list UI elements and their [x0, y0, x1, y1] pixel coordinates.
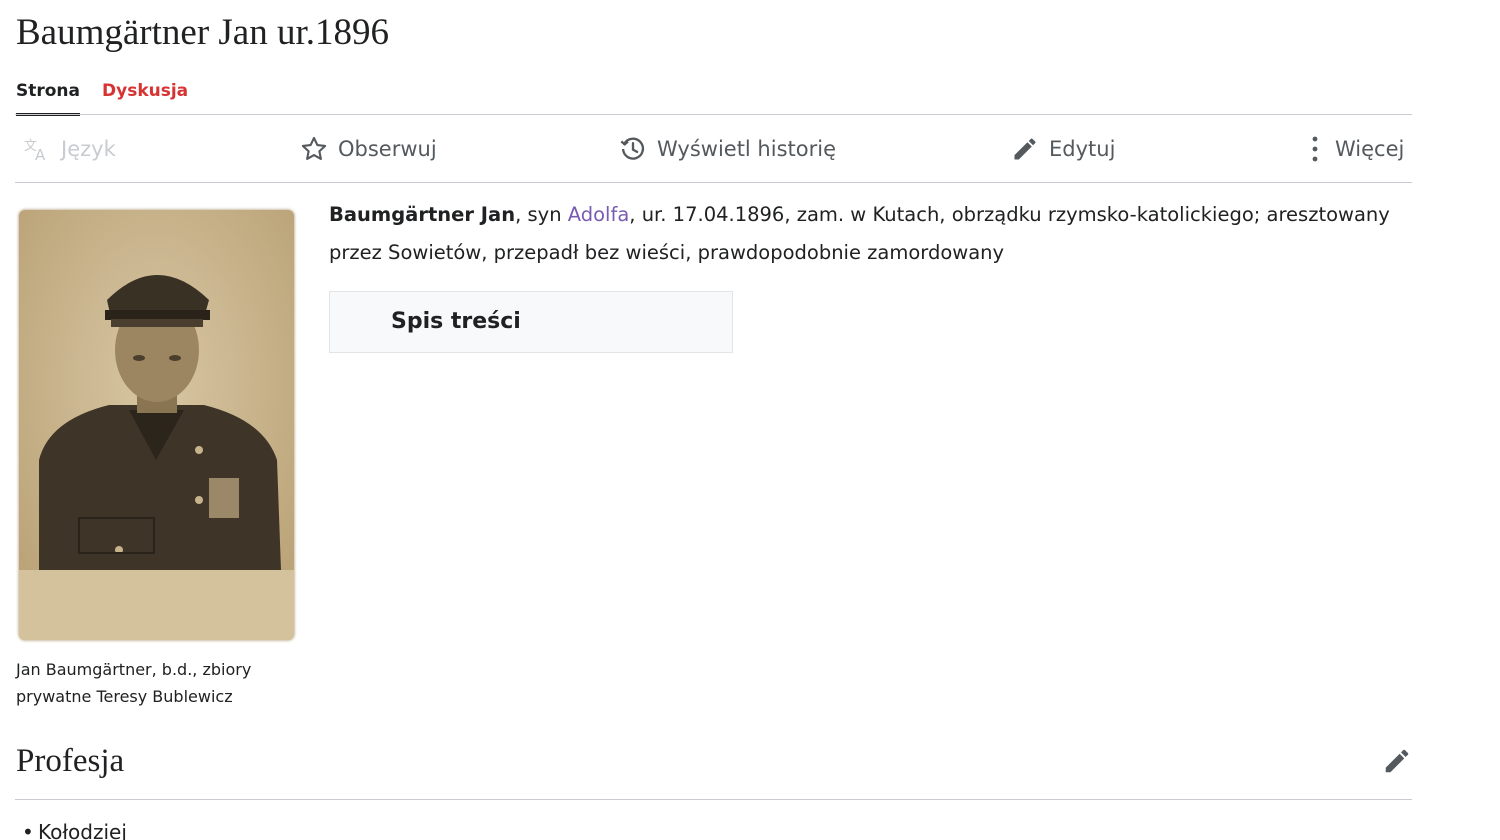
- namespace-tabs: Strona Dyskusja: [16, 78, 188, 116]
- section-heading-profesja: Profesja: [16, 743, 125, 779]
- section-divider: [15, 799, 1412, 800]
- list-item: Kołodziej: [22, 814, 127, 840]
- page-title: Baumgärtner Jan ur.1896: [16, 12, 389, 53]
- father-link[interactable]: Adolfa: [568, 203, 630, 226]
- watch-button[interactable]: Obserwuj: [300, 115, 437, 182]
- page-actions-toolbar: 文 A Język Obserwuj Wyświetl historię Edy…: [15, 115, 1412, 182]
- toolbar-divider: [15, 182, 1412, 183]
- profession-list: Kołodziej: [22, 814, 127, 840]
- language-button[interactable]: 文 A Język: [23, 115, 116, 182]
- photo-frame: [19, 210, 294, 640]
- table-of-contents[interactable]: Spis treści: [329, 291, 733, 353]
- toc-title: Spis treści: [391, 309, 521, 334]
- more-label: Więcej: [1335, 136, 1405, 161]
- svg-text:A: A: [35, 146, 46, 162]
- translate-icon: 文 A: [23, 136, 51, 162]
- section-edit-button[interactable]: [1382, 746, 1412, 776]
- pencil-icon: [1011, 135, 1039, 163]
- image-caption: Jan Baumgärtner, b.d., zbiory prywatne T…: [16, 660, 252, 706]
- language-label: Język: [61, 136, 116, 161]
- edit-label: Edytuj: [1049, 136, 1116, 161]
- page: Baumgärtner Jan ur.1896 Strona Dyskusja …: [0, 0, 1500, 840]
- person-name: Baumgärtner Jan: [329, 203, 516, 226]
- lead-text-1: , syn: [515, 203, 568, 226]
- lead-paragraph: Baumgärtner Jan, syn Adolfa, ur. 17.04.1…: [329, 196, 1414, 272]
- watch-label: Obserwuj: [338, 136, 437, 161]
- pencil-icon: [1382, 749, 1412, 780]
- star-icon: [300, 135, 328, 163]
- history-label: Wyświetl historię: [657, 136, 836, 161]
- history-button[interactable]: Wyświetl historię: [619, 115, 836, 182]
- portrait-image[interactable]: [16, 208, 299, 644]
- tab-dyskusja[interactable]: Dyskusja: [102, 78, 188, 116]
- more-button[interactable]: Więcej: [1305, 115, 1404, 182]
- tab-strona[interactable]: Strona: [16, 78, 81, 116]
- edit-button[interactable]: Edytuj: [1011, 115, 1115, 182]
- history-icon: [619, 135, 647, 163]
- vertical-ellipsis-icon: [1305, 134, 1325, 164]
